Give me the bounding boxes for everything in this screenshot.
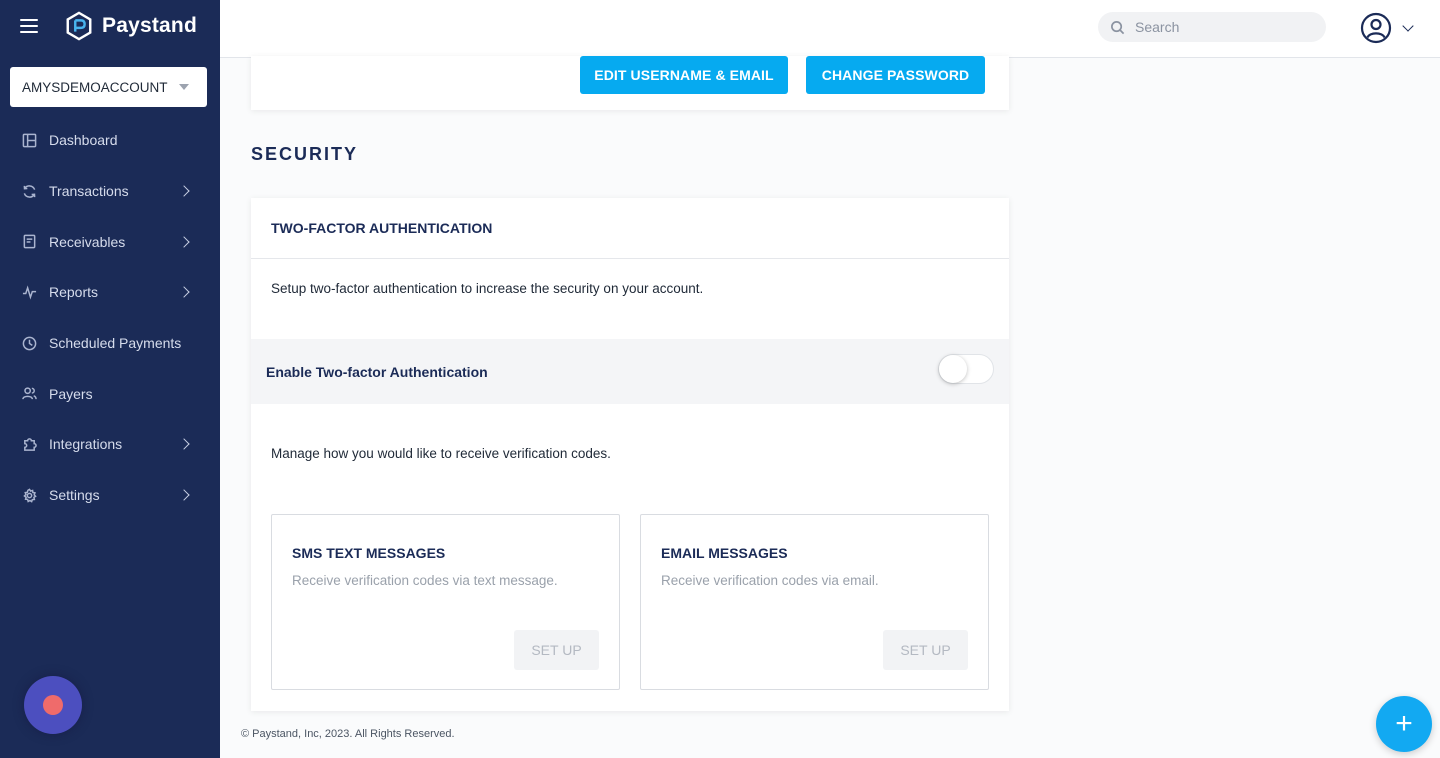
account-select-value: AMYSDEMOACCOUNT [22, 79, 168, 95]
main-content: EDIT USERNAME & EMAIL CHANGE PASSWORD SE… [220, 56, 1440, 758]
activity-icon [21, 284, 37, 300]
two-factor-description: Setup two-factor authentication to incre… [271, 281, 704, 296]
email-method-card: EMAIL MESSAGES Receive verification code… [640, 514, 989, 690]
verification-methods-description: Manage how you would like to receive ver… [271, 446, 611, 461]
document-icon [21, 234, 37, 250]
user-menu[interactable] [1360, 12, 1414, 44]
email-setup-button[interactable]: SET UP [883, 630, 968, 670]
sidebar-item-payers[interactable]: Payers [0, 368, 220, 419]
menu-icon[interactable] [20, 19, 38, 33]
record-dot-icon [43, 695, 63, 715]
sms-method-title: SMS TEXT MESSAGES [292, 545, 446, 561]
section-title-security: SECURITY [251, 144, 359, 164]
change-password-button[interactable]: CHANGE PASSWORD [806, 56, 985, 94]
chevron-right-icon [178, 236, 190, 248]
sidebar-item-settings[interactable]: Settings [0, 470, 220, 521]
plus-icon: + [1395, 707, 1413, 740]
edit-username-email-button[interactable]: EDIT USERNAME & EMAIL [580, 56, 788, 94]
two-factor-toggle[interactable] [938, 354, 994, 384]
chevron-right-icon [178, 489, 190, 501]
search-box [1098, 12, 1326, 42]
sidebar-item-label: Transactions [49, 183, 129, 200]
app-name: Paystand [102, 14, 197, 37]
search-icon [1111, 20, 1125, 34]
two-factor-card-title: TWO-FACTOR AUTHENTICATION [251, 198, 1009, 259]
puzzle-icon [21, 436, 37, 452]
sidebar-item-scheduled-payments[interactable]: Scheduled Payments [0, 318, 220, 369]
toggle-knob [939, 355, 967, 383]
user-avatar-icon [1360, 12, 1392, 44]
sidebar-item-receivables[interactable]: Receivables [0, 216, 220, 267]
sidebar-nav: Dashboard Transactions Receivables Repor… [0, 115, 220, 521]
profile-actions-card: EDIT USERNAME & EMAIL CHANGE PASSWORD [251, 56, 1009, 110]
sidebar-item-label: Settings [49, 487, 100, 504]
email-method-title: EMAIL MESSAGES [661, 545, 788, 561]
add-button[interactable]: + [1376, 696, 1432, 752]
sidebar-item-label: Dashboard [49, 132, 118, 149]
users-icon [21, 386, 37, 402]
account-select[interactable]: AMYSDEMOACCOUNT [10, 67, 207, 107]
sms-method-card: SMS TEXT MESSAGES Receive verification c… [271, 514, 620, 690]
sidebar-item-integrations[interactable]: Integrations [0, 419, 220, 470]
footer-copyright: © Paystand, Inc, 2023. All Rights Reserv… [241, 728, 455, 740]
sidebar-item-label: Receivables [49, 233, 126, 250]
two-factor-toggle-row: Enable Two-factor Authentication [251, 339, 1009, 404]
top-bar [220, 0, 1440, 58]
sms-setup-button[interactable]: SET UP [514, 630, 599, 670]
sidebar-item-label: Reports [49, 284, 99, 301]
brand-bar: Paystand [20, 10, 197, 42]
chevron-right-icon [178, 438, 190, 451]
two-factor-toggle-label: Enable Two-factor Authentication [266, 363, 488, 380]
search-input[interactable] [1135, 19, 1315, 35]
email-method-description: Receive verification codes via email. [661, 573, 879, 588]
caret-down-icon [179, 84, 189, 90]
sidebar-item-label: Scheduled Payments [49, 335, 182, 352]
sidebar-item-label: Integrations [49, 436, 123, 453]
dashboard-icon [21, 132, 37, 148]
record-button[interactable] [24, 676, 82, 734]
sidebar-item-reports[interactable]: Reports [0, 267, 220, 318]
sidebar-item-dashboard[interactable]: Dashboard [0, 115, 220, 166]
sidebar: Paystand AMYSDEMOACCOUNT Dashboard Trans… [0, 0, 220, 758]
sidebar-item-transactions[interactable]: Transactions [0, 166, 220, 217]
chevron-down-icon [1402, 20, 1414, 32]
refresh-icon [21, 183, 37, 199]
chevron-right-icon [178, 286, 190, 299]
chevron-right-icon [178, 185, 190, 197]
clock-icon [21, 335, 37, 351]
gear-icon [21, 487, 37, 503]
sms-method-description: Receive verification codes via text mess… [292, 573, 558, 588]
sidebar-item-label: Payers [49, 385, 93, 402]
two-factor-card: TWO-FACTOR AUTHENTICATION Setup two-fact… [251, 198, 1009, 711]
paystand-logo-icon [66, 11, 92, 41]
paystand-logo[interactable]: Paystand [64, 11, 197, 41]
